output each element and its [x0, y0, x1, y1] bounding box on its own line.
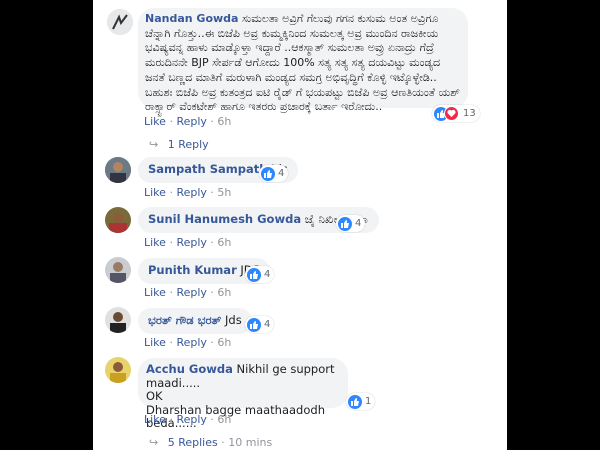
like-icon [247, 267, 261, 282]
like-link[interactable]: Like [144, 115, 166, 128]
avatar[interactable] [105, 207, 131, 233]
comment-bubble: Nandan Gowda ಸುಮಲತಾ ಅವ್ರಿಗೆ ಗೆಲುವು ಗಗನ ಕ… [138, 8, 468, 113]
comment-text-line-2: OK [146, 389, 163, 403]
like-icon [348, 394, 362, 409]
reaction-badge[interactable]: 13 [432, 105, 480, 122]
comment-actions: Like · Reply · 6h [144, 236, 232, 249]
timestamp[interactable]: 6h [217, 336, 231, 349]
comment-bubble: Acchu Gowda Nikhil ge support maadi.....… [138, 358, 348, 430]
love-icon [444, 106, 459, 121]
timestamp[interactable]: 5h [217, 186, 231, 199]
avatar[interactable] [107, 9, 133, 35]
comment-text: ಸುಮಲತಾ ಅವ್ರಿಗೆ ಗೆಲುವು ಗಗನ ಕುಸುಮ ಅಂತ ಅವ್ರ… [145, 12, 460, 114]
like-link[interactable]: Like [144, 336, 166, 349]
reaction-badge[interactable]: 4 [259, 165, 289, 182]
comment-actions: Like · Reply · 6h [144, 115, 232, 128]
comment-actions: Like · Reply · 6h [144, 413, 232, 426]
reaction-count: 4 [355, 218, 362, 229]
reaction-count: 13 [463, 108, 476, 119]
commenter-name[interactable]: Sunil Hanumesh Gowda [148, 212, 301, 226]
comment-actions: Like · Reply · 6h [144, 286, 232, 299]
comment-actions: Like · Reply · 6h [144, 336, 232, 349]
reaction-count: 4 [264, 319, 271, 330]
comment-actions: Like · Reply · 5h [144, 186, 232, 199]
timestamp[interactable]: 6h [217, 115, 231, 128]
avatar[interactable] [105, 307, 131, 333]
avatar[interactable] [105, 357, 131, 383]
timestamp[interactable]: 6h [217, 413, 231, 426]
reply-link[interactable]: Reply [176, 186, 206, 199]
comments-panel: Nandan Gowda ಸುಮಲತಾ ಅವ್ರಿಗೆ ಗೆಲುವು ಗಗನ ಕ… [93, 0, 507, 450]
commenter-name[interactable]: Sampath Sampath [148, 162, 267, 176]
reply-link[interactable]: Reply [176, 115, 206, 128]
avatar[interactable] [105, 257, 131, 283]
reaction-count: 4 [278, 168, 285, 179]
timestamp[interactable]: 6h [217, 286, 231, 299]
timestamp[interactable]: 6h [217, 236, 231, 249]
like-link[interactable]: Like [144, 236, 166, 249]
reaction-badge[interactable]: 1 [346, 393, 376, 410]
like-link[interactable]: Like [144, 186, 166, 199]
reaction-badge[interactable]: 4 [336, 215, 366, 232]
reply-arrow-icon: ↪ [149, 436, 159, 449]
reaction-badge[interactable]: 4 [245, 316, 275, 333]
like-link[interactable]: Like [144, 286, 166, 299]
commenter-name[interactable]: Acchu Gowda [146, 362, 233, 376]
reply-link[interactable]: Reply [176, 286, 206, 299]
reaction-count: 4 [264, 269, 271, 280]
reply-link[interactable]: Reply [176, 336, 206, 349]
reaction-badge[interactable]: 4 [245, 266, 275, 283]
view-replies-link[interactable]: ↪ 5 Replies · 10 mins [149, 436, 272, 449]
like-link[interactable]: Like [144, 413, 166, 426]
view-replies-link[interactable]: ↪ 1 Reply [149, 138, 209, 151]
reaction-count: 1 [365, 396, 372, 407]
commenter-name[interactable]: ಭರತ್ ಗೌಡ ಭರತ್ [148, 313, 221, 327]
like-icon [247, 317, 261, 332]
like-icon [338, 216, 352, 231]
comment-text: Jds [225, 313, 242, 327]
reply-link[interactable]: Reply [176, 236, 206, 249]
reply-link[interactable]: Reply [176, 413, 206, 426]
comment-bubble: ಭರತ್ ಗೌಡ ಭರತ್ Jds [138, 308, 252, 334]
avatar[interactable] [105, 157, 131, 183]
commenter-name[interactable]: Punith Kumar [148, 263, 237, 277]
like-icon [261, 166, 275, 181]
commenter-name[interactable]: Nandan Gowda [145, 12, 238, 25]
replies-timestamp: 10 mins [228, 436, 273, 449]
reply-arrow-icon: ↪ [149, 138, 159, 151]
